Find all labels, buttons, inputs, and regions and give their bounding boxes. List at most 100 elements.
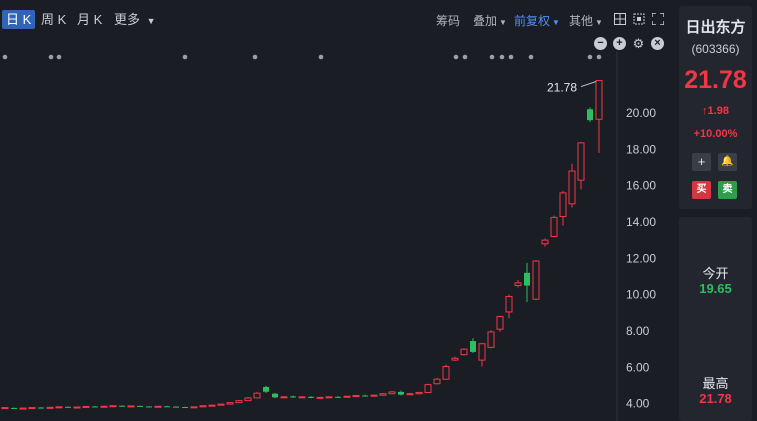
event-marker-dot [56, 54, 62, 60]
candle-body [100, 405, 108, 408]
candle-body [362, 395, 368, 397]
buy-button[interactable]: 买 [692, 181, 711, 199]
y-tick-label: 10.00 [626, 288, 656, 302]
open-value: 19.65 [699, 281, 732, 296]
bell-icon[interactable]: 🔔 [718, 153, 737, 171]
candle-body [379, 393, 387, 396]
candle [335, 396, 341, 398]
candle [478, 342, 486, 367]
candle [146, 406, 152, 408]
tab-more[interactable]: 更多 ▼ [110, 10, 160, 29]
candle [1, 407, 9, 410]
candle-body [19, 407, 27, 410]
gear-icon[interactable]: ⚙ [632, 37, 645, 50]
candle-body [433, 378, 441, 385]
candle [568, 163, 576, 208]
tab-month-k[interactable]: 月 K [73, 10, 106, 29]
candle-body [343, 395, 351, 398]
candle-body [182, 407, 188, 409]
chevron-down-icon: ▼ [552, 18, 560, 27]
candle [290, 395, 296, 398]
candle-body [406, 393, 414, 396]
close-icon[interactable]: × [651, 37, 664, 50]
fullscreen-alt-icon[interactable] [633, 13, 645, 25]
candle [137, 405, 143, 407]
candle-body [514, 282, 522, 287]
candle [415, 391, 423, 395]
y-tick-label: 8.00 [626, 324, 650, 338]
candle-body [505, 295, 513, 313]
candle-body [119, 405, 125, 407]
candle-body [335, 396, 341, 398]
y-tick-label: 18.00 [626, 142, 656, 156]
y-tick-label: 14.00 [626, 215, 656, 229]
candle [587, 107, 593, 122]
candle-body [308, 396, 314, 398]
candle-body [244, 397, 252, 402]
adjust-button[interactable]: 前复权 ▼ [514, 12, 560, 29]
other-button[interactable]: 其他 ▼ [569, 12, 603, 29]
candle [379, 393, 387, 396]
candle [164, 405, 170, 408]
candle-body [541, 239, 549, 245]
expand-icon[interactable] [652, 13, 664, 25]
candle-body [137, 405, 143, 407]
candle-body [55, 406, 63, 409]
price-change-value: 1.98 [707, 105, 729, 117]
stock-code: (603366) [691, 42, 740, 56]
candle [127, 405, 135, 408]
candle [253, 391, 261, 399]
candle-body [11, 407, 17, 409]
candle-body [253, 392, 261, 399]
sell-button[interactable]: 卖 [718, 181, 737, 199]
candle-body [82, 405, 90, 408]
candle-body [272, 393, 278, 398]
candle [424, 383, 432, 393]
tab-week-k[interactable]: 周 K [37, 10, 70, 29]
candle [199, 405, 207, 408]
candle [352, 395, 360, 398]
kline-chart[interactable]: 20.00 18.00 16.00 14.00 12.00 10.00 8.00 6.00 4.… [0, 52, 672, 421]
candle-body [280, 396, 288, 399]
candle-body [478, 343, 486, 361]
candle-body [263, 387, 269, 392]
candle-body [451, 357, 459, 361]
candle [235, 399, 243, 404]
chips-button[interactable]: 筹码 [436, 12, 460, 29]
event-marker-dot [499, 54, 505, 60]
tab-day-k[interactable]: 日 K [2, 10, 36, 29]
overlay-button[interactable]: 叠加 ▼ [473, 12, 507, 29]
candle [487, 330, 495, 349]
grid-icon[interactable] [614, 13, 626, 25]
candle [316, 396, 324, 399]
candle [524, 262, 530, 302]
candle-body [127, 405, 135, 408]
zoom-out-icon[interactable]: − [594, 37, 607, 50]
candle-body [109, 405, 117, 408]
candle [55, 406, 63, 409]
event-marker-dot [318, 54, 324, 60]
candle [442, 364, 450, 380]
candle-body [388, 391, 396, 395]
candle [173, 406, 179, 408]
candle [496, 315, 504, 332]
price-change-pct: +10.00% [693, 128, 738, 140]
price-annotation: 21.78 [547, 81, 597, 95]
candle [109, 405, 117, 408]
candle-body [46, 406, 54, 409]
candle [550, 215, 558, 238]
candle [280, 396, 288, 399]
candle [388, 391, 396, 395]
candle [370, 394, 378, 397]
event-marker-dot [453, 54, 459, 60]
candle [65, 406, 71, 408]
candle [190, 406, 198, 409]
zoom-in-icon[interactable]: + [613, 37, 626, 50]
candle-body [226, 402, 234, 405]
candle-body [470, 341, 476, 352]
add-watchlist-icon[interactable]: + [692, 153, 711, 171]
stock-sidebar: 日出东方 (603366) 21.78 ↑1.98 +10.00% + 🔔 买 … [673, 0, 757, 421]
event-marker-dot [462, 54, 468, 60]
candle [182, 406, 188, 409]
candle-body [190, 406, 198, 409]
